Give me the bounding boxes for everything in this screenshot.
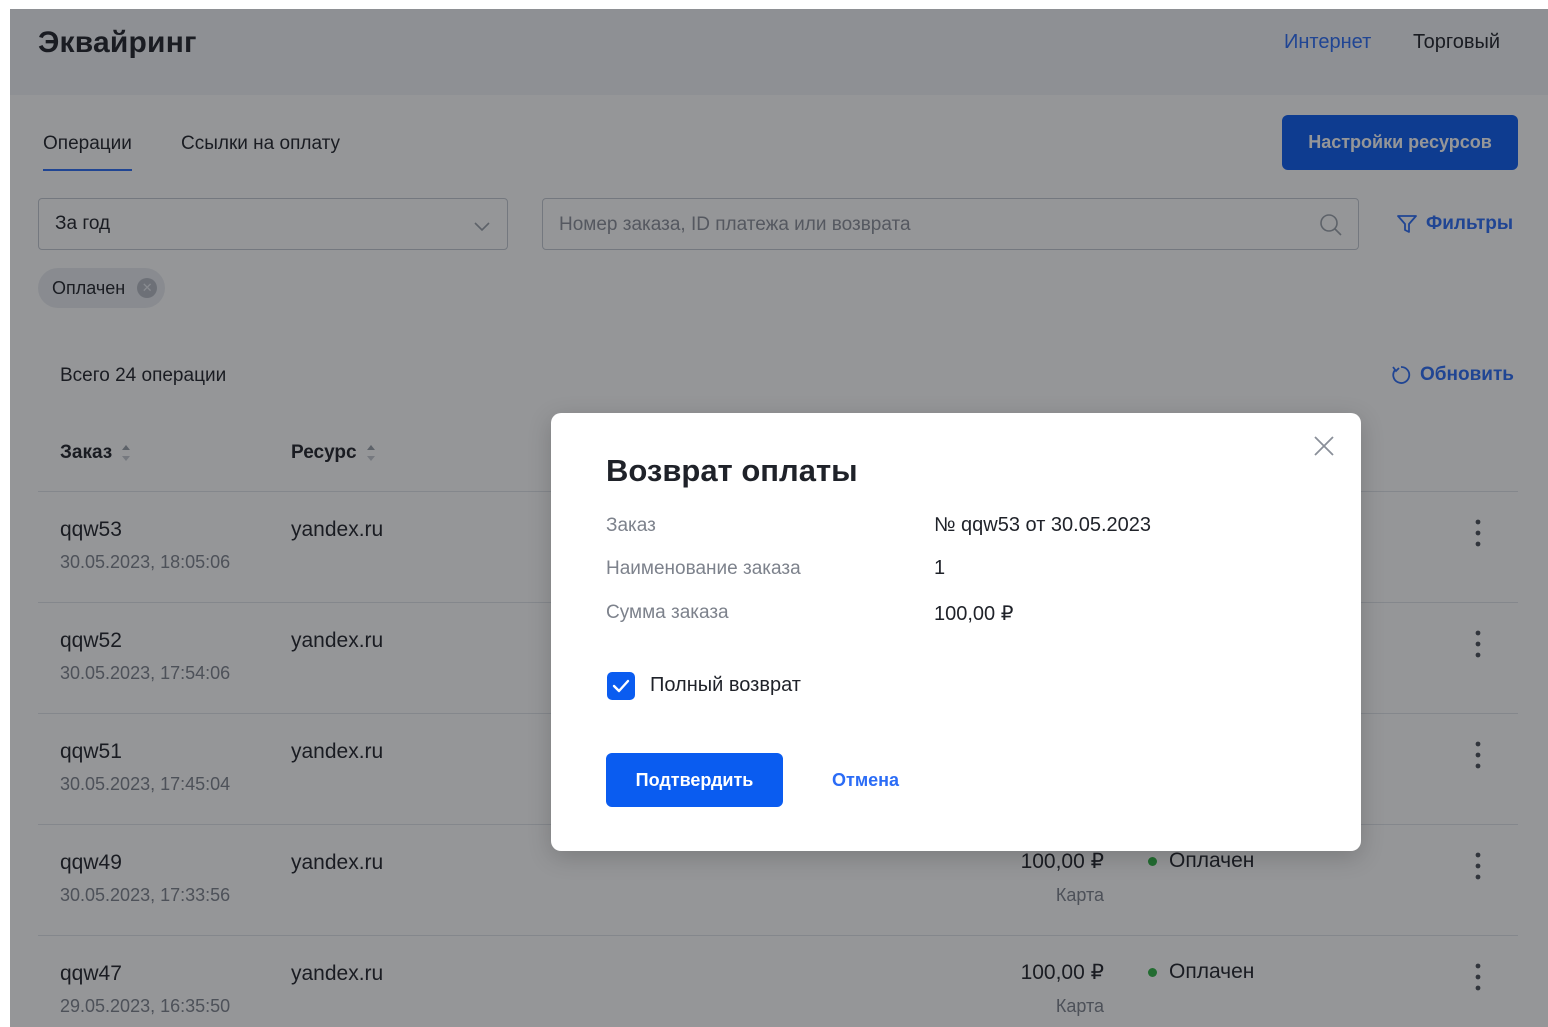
order-sum-value: 100,00 ₽: [934, 603, 1014, 625]
cancel-button[interactable]: Отмена: [816, 753, 915, 807]
order-name-label: Наименование заказа: [606, 558, 801, 579]
order-value: № qqw53 от 30.05.2023: [934, 514, 1152, 536]
order-name-value: 1: [934, 557, 946, 579]
confirm-button[interactable]: Подтвердить: [606, 753, 783, 807]
full-refund-checkbox[interactable]: [607, 672, 635, 700]
full-refund-label[interactable]: Полный возврат: [650, 674, 801, 697]
checkmark-icon: [612, 679, 630, 693]
refund-dialog: Возврат оплаты Заказ № qqw53 от 30.05.20…: [551, 413, 1361, 851]
order-label: Заказ: [606, 515, 656, 536]
dialog-title: Возврат оплаты: [606, 453, 858, 488]
page: Эквайринг Интернет Торговый Операции Ссы…: [10, 9, 1548, 1027]
order-sum-label: Сумма заказа: [606, 602, 729, 623]
close-icon[interactable]: [1311, 433, 1337, 459]
